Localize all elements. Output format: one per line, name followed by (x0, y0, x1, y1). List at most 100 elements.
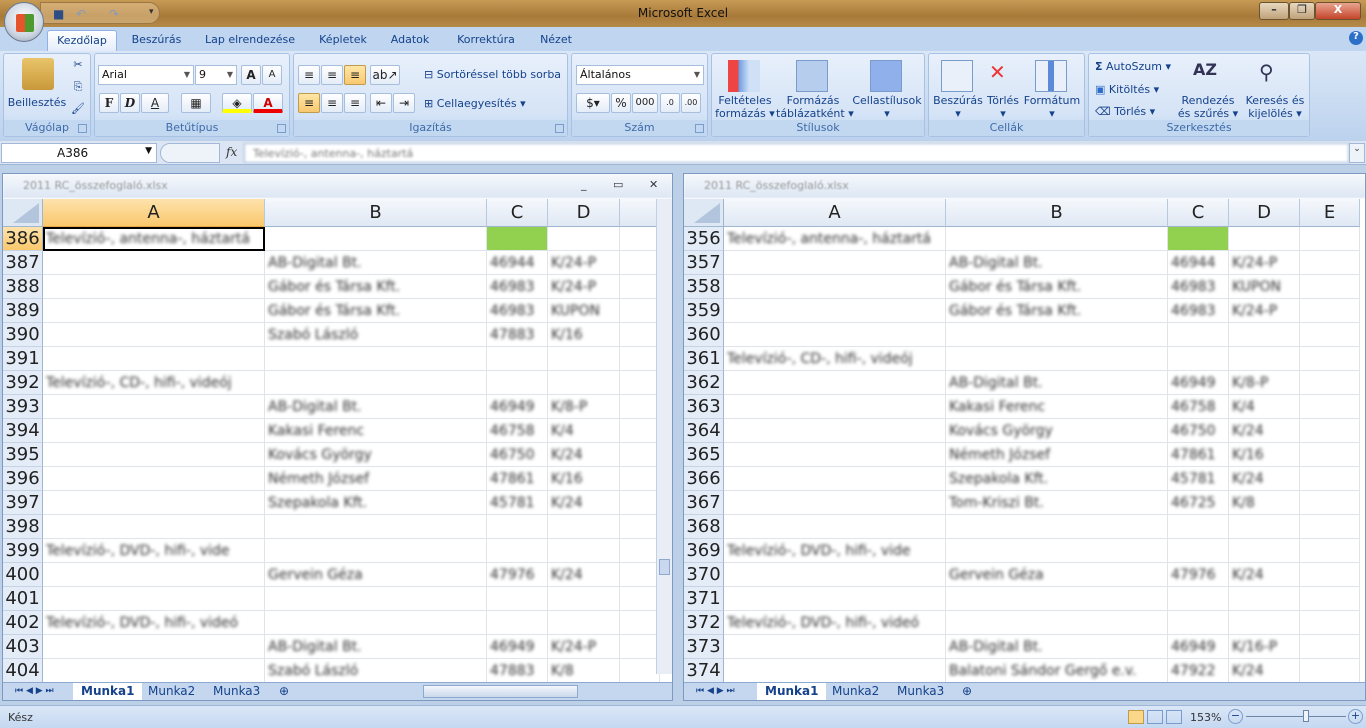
cell[interactable] (265, 587, 487, 611)
cell[interactable]: Kakasi Ferenc (265, 419, 487, 443)
cell[interactable] (265, 347, 487, 371)
tab-page-layout[interactable]: Lap elrendezése (200, 30, 300, 51)
cell[interactable]: Televízió-, DVD-, hifi-, videó (724, 611, 946, 635)
cell[interactable] (548, 347, 620, 371)
cell-styles-button[interactable]: Cellastílusok ▾ (852, 94, 922, 120)
row-header[interactable]: 358 (684, 275, 724, 299)
cell[interactable] (1300, 659, 1360, 683)
cell[interactable]: K/8-P (1229, 371, 1300, 395)
cell[interactable] (946, 347, 1168, 371)
cell[interactable]: 47976 (487, 563, 548, 587)
row-header[interactable]: 394 (3, 419, 43, 443)
row-header[interactable]: 361 (684, 347, 724, 371)
delete-cells-button[interactable]: Törlés ▾ (985, 94, 1021, 120)
cell[interactable]: AB-Digital Bt. (265, 251, 487, 275)
row-header[interactable]: 367 (684, 491, 724, 515)
row-header[interactable]: 366 (684, 467, 724, 491)
zoom-in-button[interactable]: + (1348, 709, 1363, 724)
row-header[interactable]: 359 (684, 299, 724, 323)
horizontal-scrollbar[interactable] (423, 685, 578, 698)
cell[interactable] (43, 563, 265, 587)
tab-view[interactable]: Nézet (532, 30, 580, 51)
cell[interactable]: K/24 (1229, 563, 1300, 587)
close-button[interactable]: X (1315, 2, 1361, 20)
column-header[interactable]: C (1168, 199, 1229, 227)
cell[interactable] (724, 563, 946, 587)
name-box[interactable]: A386 ▼ (1, 143, 157, 163)
cell[interactable] (1300, 323, 1360, 347)
customize-qat-icon[interactable]: ▾ (149, 7, 163, 21)
cell[interactable] (1300, 467, 1360, 491)
cell[interactable]: 47861 (487, 467, 548, 491)
percent-button[interactable]: % (611, 93, 631, 113)
row-header[interactable]: 356 (684, 227, 724, 251)
cell[interactable] (724, 299, 946, 323)
cell[interactable]: Televízió-, CD-, hifi-, videój (43, 371, 265, 395)
zoom-out-button[interactable]: − (1228, 709, 1243, 724)
insert-cells-button[interactable]: Beszúrás ▾ (931, 94, 985, 120)
cell[interactable] (265, 539, 487, 563)
zoom-slider-thumb[interactable] (1303, 710, 1309, 722)
font-color-button[interactable]: A (253, 93, 283, 113)
cell[interactable]: 46944 (1168, 251, 1229, 275)
cell[interactable] (1300, 539, 1360, 563)
cell[interactable] (1168, 539, 1229, 563)
column-header[interactable]: B (265, 199, 487, 227)
sheet-tab-munka2[interactable]: Munka2 (140, 683, 203, 700)
cell[interactable] (620, 299, 660, 323)
restore-window-icon[interactable]: ▭ (613, 178, 623, 191)
tab-review[interactable]: Korrektúra (450, 30, 522, 51)
accounting-format-button[interactable]: $▾ (576, 93, 610, 113)
close-window-icon[interactable]: ✕ (649, 178, 658, 191)
cell[interactable]: K/24-P (1229, 299, 1300, 323)
row-header[interactable]: 391 (3, 347, 43, 371)
cell[interactable] (1300, 587, 1360, 611)
cell[interactable]: AB-Digital Bt. (946, 251, 1168, 275)
cell[interactable] (1168, 323, 1229, 347)
cell[interactable] (43, 251, 265, 275)
borders-button[interactable]: ▦ (181, 93, 211, 113)
dialog-launcher-icon[interactable] (277, 124, 286, 133)
cell[interactable] (620, 371, 660, 395)
cell[interactable] (946, 611, 1168, 635)
cell[interactable]: 46725 (1168, 491, 1229, 515)
cell[interactable] (43, 419, 265, 443)
sheet-tab-munka3[interactable]: Munka3 (889, 683, 952, 700)
cell[interactable]: K/16-P (1229, 635, 1300, 659)
cell[interactable] (487, 611, 548, 635)
cell[interactable]: AB-Digital Bt. (946, 635, 1168, 659)
align-right-button[interactable]: ≡ (344, 93, 366, 113)
cell[interactable]: Balatoni Sándor Gergő e.v. (946, 659, 1168, 683)
row-header[interactable]: 404 (3, 659, 43, 683)
fill-button[interactable]: ▣ Kitöltés ▾ (1095, 83, 1159, 96)
cell[interactable]: Kovács György (265, 443, 487, 467)
column-header[interactable]: A (43, 199, 265, 227)
row-header[interactable]: 397 (3, 491, 43, 515)
cell[interactable] (43, 659, 265, 683)
formula-input[interactable]: Televízió-, antenna-, háztartá (244, 143, 1349, 163)
cell[interactable]: 47883 (487, 659, 548, 683)
row-header[interactable]: 365 (684, 443, 724, 467)
cell[interactable]: K/24-P (548, 635, 620, 659)
cell[interactable] (1300, 299, 1360, 323)
align-bottom-button[interactable]: ≡ (344, 65, 366, 85)
cell[interactable] (43, 491, 265, 515)
cell[interactable] (548, 611, 620, 635)
cell[interactable]: K/4 (1229, 395, 1300, 419)
cell[interactable]: K/24 (1229, 467, 1300, 491)
sheet-tab-munka2[interactable]: Munka2 (824, 683, 887, 700)
conditional-formatting-button[interactable]: Feltételes formázás ▾ (714, 94, 776, 120)
minimize-window-icon[interactable]: _ (581, 178, 587, 191)
cell[interactable] (620, 251, 660, 275)
cell[interactable] (548, 539, 620, 563)
cell[interactable]: Szepakola Kft. (946, 467, 1168, 491)
cell[interactable] (548, 515, 620, 539)
align-center-button[interactable]: ≡ (321, 93, 343, 113)
save-icon[interactable]: ■ (53, 7, 67, 21)
cell[interactable] (620, 563, 660, 587)
cell[interactable] (1300, 515, 1360, 539)
copy-icon[interactable]: ⎘ (70, 80, 86, 93)
cell[interactable]: K/16 (548, 467, 620, 491)
sort-filter-button[interactable]: Rendezés és szűrés ▾ (1173, 94, 1243, 120)
cell[interactable] (946, 587, 1168, 611)
